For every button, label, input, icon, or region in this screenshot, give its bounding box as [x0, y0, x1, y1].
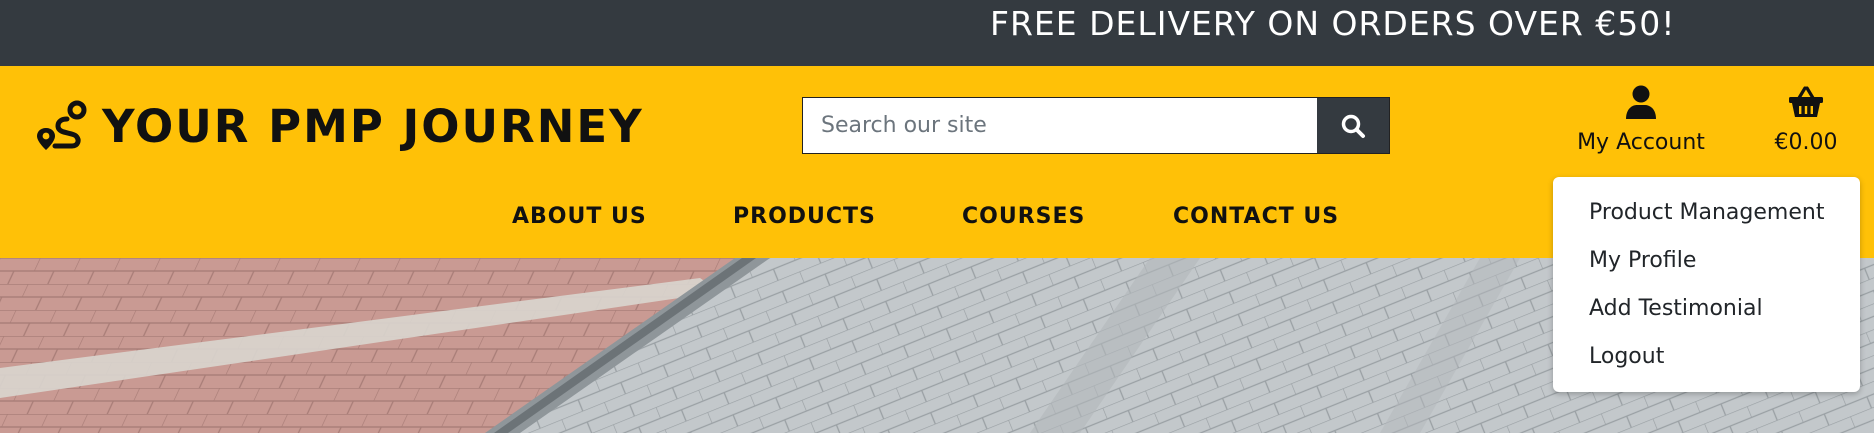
promo-text: FREE DELIVERY ON ORDERS OVER €50!: [990, 4, 1676, 43]
basket-total: €0.00: [1774, 130, 1838, 155]
search-icon: [1341, 114, 1365, 138]
brand-logo-link[interactable]: YOUR PMP JOURNEY: [36, 96, 644, 156]
my-account-label: My Account: [1577, 130, 1705, 155]
promo-bar: FREE DELIVERY ON ORDERS OVER €50!: [0, 0, 1874, 66]
nav-item-courses[interactable]: COURSES: [962, 192, 1085, 242]
route-icon: [37, 100, 87, 150]
basket-icon: [1789, 86, 1823, 117]
nav-item-products[interactable]: PRODUCTS: [733, 192, 876, 242]
account-dropdown-menu: Product Management My Profile Add Testim…: [1553, 177, 1860, 392]
my-account-link[interactable]: My Account: [1570, 84, 1712, 168]
brand-title: YOUR PMP JOURNEY: [102, 99, 644, 153]
menu-item-add-testimonial[interactable]: Add Testimonial: [1553, 285, 1860, 333]
nav-item-about-us[interactable]: ABOUT US: [512, 192, 647, 242]
basket-link[interactable]: €0.00: [1766, 84, 1846, 168]
menu-item-product-management[interactable]: Product Management: [1553, 189, 1860, 237]
user-icon: [1626, 85, 1656, 119]
nav-item-contact-us[interactable]: CONTACT US: [1173, 192, 1339, 242]
search-input[interactable]: [803, 98, 1317, 153]
search-form: [802, 97, 1390, 154]
menu-item-my-profile[interactable]: My Profile: [1553, 237, 1860, 285]
search-button[interactable]: [1317, 98, 1389, 153]
menu-item-logout[interactable]: Logout: [1553, 333, 1860, 381]
